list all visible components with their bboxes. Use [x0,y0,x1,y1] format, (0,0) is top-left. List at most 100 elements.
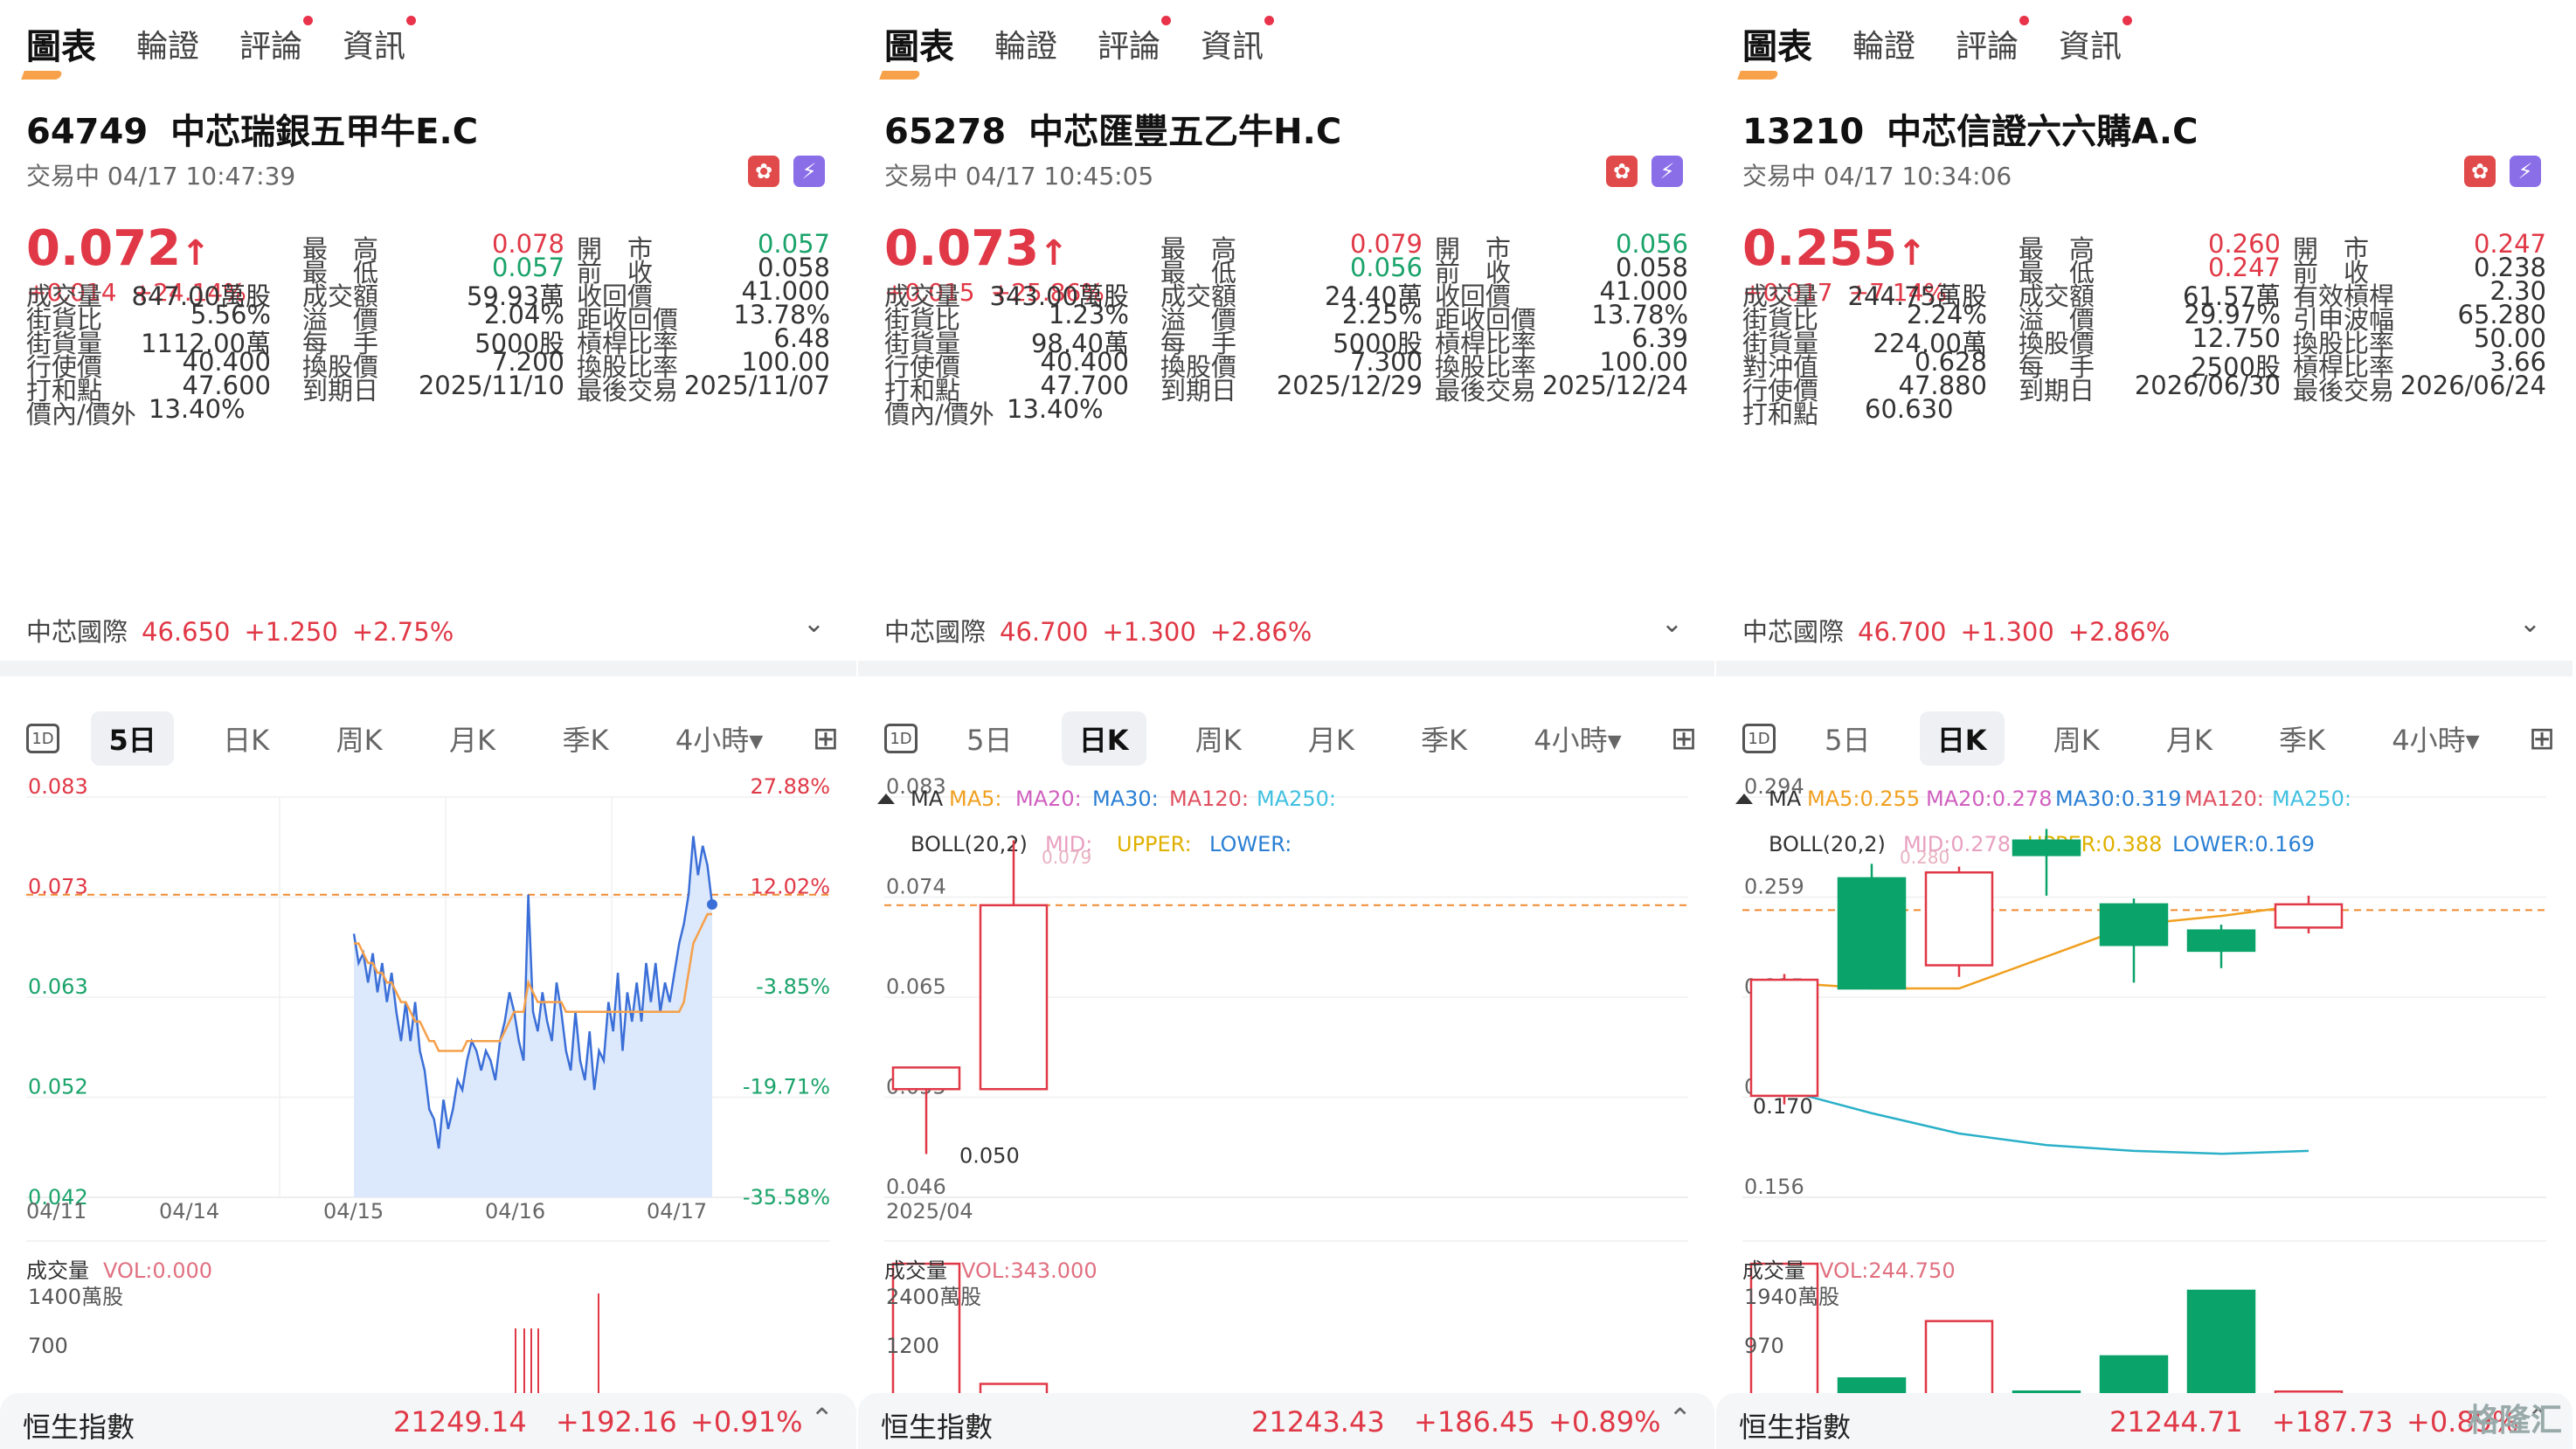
grid-layout-icon[interactable]: ⊞ [1671,721,1697,757]
candle-body[interactable] [2186,929,2256,953]
ma-legend-item: MA5: [949,787,1001,811]
period-tab-4[interactable]: 季K [2261,711,2343,766]
underlying-quote[interactable]: 中芯國際 46.700 +1.300 +2.86% [884,612,1326,648]
x-tick-label: 04/17 [647,1199,707,1224]
period-tab-4[interactable]: 季K [1403,711,1485,766]
y-tick-label: 0.156 [1744,1175,1804,1199]
candle-body[interactable] [2012,839,2081,856]
y-tick-label: 0.063 [28,974,88,999]
period-tab-3[interactable]: 月K [432,711,513,766]
period-tab-1[interactable]: 日K [1061,711,1146,766]
tab-2[interactable]: 評論 [1098,16,1172,66]
underlying-quote[interactable]: 中芯國際 46.700 +1.300 +2.86% [1742,612,2184,648]
price-chart[interactable]: 0.0830.0740.0650.0550.046MAMA5:MA20:MA30… [858,769,1714,1398]
quote-label: 最後交易 [2293,376,2395,406]
period-tab-0[interactable]: 5日 [949,711,1029,766]
candle-body[interactable] [2099,903,2169,946]
period-tab-5[interactable]: 4小時▾ [2374,711,2496,766]
tab-1[interactable]: 輪證 [994,21,1057,66]
candle-body[interactable] [2274,903,2344,929]
top-tabs: 圖表 輪證 評論 資訊 [26,12,417,75]
tab-2[interactable]: 評論 [1956,16,2030,66]
period-tab-2[interactable]: 周K [319,711,400,766]
index-ticker-bar[interactable]: 恒生指數 21249.14 +192.16 +0.91% ⌃ [0,1393,856,1449]
volume-value: VOL:343.000 [961,1258,1098,1283]
tab-1[interactable]: 輪證 [136,21,199,66]
candle-body[interactable] [1749,978,1819,1098]
candle-body[interactable] [979,904,1049,1091]
tab-1[interactable]: 輪證 [1852,21,1915,66]
period-tab-3[interactable]: 月K [1291,711,1372,766]
period-tab-5[interactable]: 4小時▾ [658,711,780,766]
quote-label: 到期日 [302,376,379,406]
quote-panel-0: 圖表 輪證 評論 資訊 64749 中芯瑞銀五甲牛E.C 交易中 04/17 10:47:3… [0,0,856,1449]
lightning-icon[interactable]: ⚡ [2510,156,2541,187]
market-badges: ✿ ⚡ [1606,156,1683,187]
underlying-quote[interactable]: 中芯國際 46.650 +1.250 +2.75% [26,612,467,648]
chevron-up-icon[interactable]: ⌃ [1668,1402,1692,1435]
notification-dot [406,16,417,25]
quote-panel-2: 圖表 輪證 評論 資訊 13210 中芯信證六六購A.C 交易中 04/17 10:34:0… [1716,0,2573,1449]
last-price-value: 0.255 [1742,220,1898,277]
period-tab-1[interactable]: 日K [205,711,287,766]
tab-0[interactable]: 圖表 [1742,18,1812,69]
period-tab-5[interactable]: 4小時▾ [1516,711,1638,766]
index-ticker-bar[interactable]: 恒生指數 21244.71 +187.73 +0.89% ⌃ [1716,1393,2573,1449]
instrument-title: 65278 中芯匯豐五乙牛H.C [884,103,1341,154]
tab-3[interactable]: 資訊 [343,16,417,66]
index-ticker-bar[interactable]: 恒生指數 21243.43 +186.45 +0.89% ⌃ [858,1393,1714,1449]
price-chart[interactable]: 0.0830.0730.0630.0520.04227.88%12.02%-3.… [0,769,856,1398]
x-tick-label: 04/14 [159,1199,219,1224]
candle-body[interactable] [1837,877,1907,990]
lightning-icon[interactable]: ⚡ [793,156,825,187]
x-tick-label: 04/11 [26,1199,87,1224]
quote-value: 2025/12/24 [1541,371,1688,400]
up-arrow-icon: ↑ [181,233,211,274]
tab-3[interactable]: 資訊 [1201,16,1275,66]
period-tab-3[interactable]: 月K [2149,711,2230,766]
period-tab-4[interactable]: 季K [544,711,626,766]
period-tab-2[interactable]: 周K [2036,711,2117,766]
intraday-1d-icon[interactable]: 1D [884,724,918,753]
price-chart[interactable]: 0.2940.2590.2250.1910.156MAMA5:0.255MA20… [1716,769,2573,1398]
candle-body[interactable] [1924,871,1994,967]
index-value: 21249.14 [393,1405,527,1439]
notification-dot [2019,16,2030,25]
candle-body[interactable] [891,1066,961,1091]
quote-value: 2026/06/24 [2399,371,2546,400]
intraday-1d-icon[interactable]: 1D [26,724,59,753]
quote-label: 最後交易 [577,376,679,406]
quote-header: 圖表 輪證 評論 資訊 13210 中芯信證六六購A.C 交易中 04/17 10:34:0… [1716,0,2573,664]
market-badges: ✿ ⚡ [2464,156,2541,187]
last-price: 0.072↑ [26,220,211,277]
tab-3[interactable]: 資訊 [2059,16,2133,66]
underlying-change: +1.250 [244,617,338,647]
chevron-down-icon[interactable]: ⌄ [803,608,825,639]
tab-0[interactable]: 圖表 [884,18,954,69]
volume-bar [2186,1289,2256,1397]
market-badges: ✿ ⚡ [748,156,825,187]
y-tick-label: 0.046 [886,1175,946,1199]
chevron-down-icon[interactable]: ⌄ [2519,608,2541,639]
underlying-price: 46.700 [1858,617,1947,647]
tab-2[interactable]: 評論 [239,16,314,66]
chevron-down-icon[interactable]: ⌄ [1661,608,1683,639]
grid-layout-icon[interactable]: ⊞ [2529,721,2555,757]
hk-flag-icon: ✿ [1606,156,1638,187]
lightning-icon[interactable]: ⚡ [1652,156,1683,187]
tab-0[interactable]: 圖表 [26,18,96,69]
divider [1716,661,2573,676]
period-tab-1[interactable]: 日K [1919,711,2005,766]
period-tab-0[interactable]: 5日 [91,711,174,766]
grid-layout-icon[interactable]: ⊞ [813,721,839,757]
boll-mid-value: 0.079 [1042,847,1091,868]
intraday-1d-icon[interactable]: 1D [1742,724,1776,753]
chart-period-tabs: 1D 5日 日K 周K 月K 季K 4小時▾ ⊞ [1742,708,2555,769]
period-tab-0[interactable]: 5日 [1807,711,1887,766]
quote-value: 2026/06/30 [2134,371,2281,400]
y-tick-label: 0.074 [886,875,946,899]
chevron-up-icon[interactable]: ⌃ [810,1402,834,1435]
quote-label: 價內/價外 [26,399,136,429]
volume-bar [891,1262,961,1397]
period-tab-2[interactable]: 周K [1178,711,1259,766]
